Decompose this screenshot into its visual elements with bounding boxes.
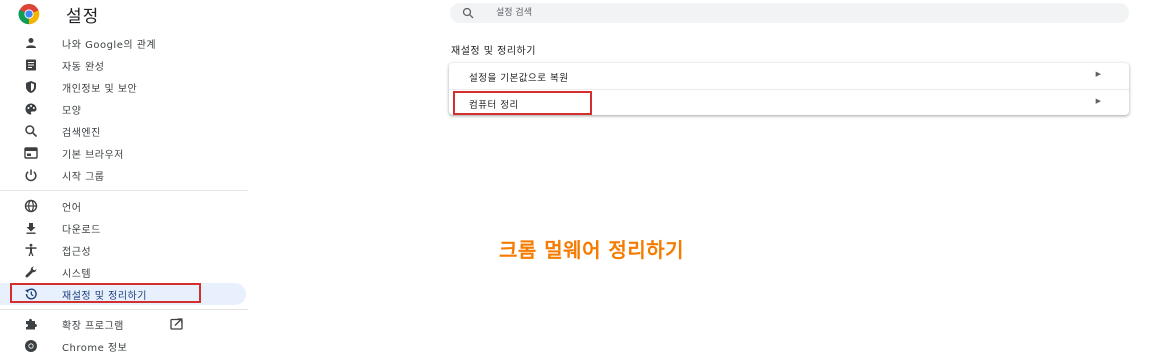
sidebar-item-label: 모양 xyxy=(62,105,82,117)
browser-icon xyxy=(24,147,38,159)
shield-icon xyxy=(26,81,36,93)
sidebar-item-system[interactable]: 시스템 xyxy=(0,261,246,283)
sidebar-item-label: 시스템 xyxy=(62,268,92,280)
restore-defaults-row[interactable]: 설정을 기본값으로 복원 ▶ xyxy=(449,63,1129,89)
sidebar-item-label: 기본 브라우저 xyxy=(62,149,124,161)
sidebar-item-autofill[interactable]: 자동 완성 xyxy=(0,54,246,76)
search-input[interactable] xyxy=(496,5,1096,21)
accessibility-icon xyxy=(25,243,37,256)
palette-icon xyxy=(25,103,37,115)
download-icon xyxy=(26,223,36,234)
sidebar-item-accessibility[interactable]: 접근성 xyxy=(0,239,246,261)
autofill-icon xyxy=(26,59,36,71)
sidebar-item-appearance[interactable]: 모양 xyxy=(0,98,246,120)
sidebar-divider xyxy=(0,190,248,191)
chrome-icon xyxy=(25,340,37,352)
sidebar-item-label: 접근성 xyxy=(62,246,92,258)
highlight-box-clean-up xyxy=(453,91,592,115)
sidebar-item-label: 나와 Google의 관계 xyxy=(62,39,157,51)
sidebar-item-label: 확장 프로그램 xyxy=(62,320,124,332)
globe-icon xyxy=(24,199,38,213)
annotation-caption: 크롬 멀웨어 정리하기 xyxy=(499,238,685,262)
arrow-right-icon: ▶ xyxy=(1095,70,1101,78)
page-title: 설정 xyxy=(66,7,100,27)
sidebar-item-label: Chrome 정보 xyxy=(62,342,128,354)
chrome-logo-icon xyxy=(18,3,40,25)
highlight-box-reset-menu xyxy=(10,283,201,303)
sidebar-item-default-browser[interactable]: 기본 브라우저 xyxy=(0,142,246,164)
external-link-icon[interactable] xyxy=(170,318,184,330)
search-icon xyxy=(462,7,474,19)
search-icon xyxy=(25,125,38,138)
sidebar-item-label: 검색엔진 xyxy=(62,127,101,139)
wrench-icon xyxy=(25,266,37,278)
section-title: 재설정 및 정리하기 xyxy=(451,46,536,57)
restore-defaults-label: 설정을 기본값으로 복원 xyxy=(469,73,569,84)
sidebar-item-you-and-google[interactable]: 나와 Google의 관계 xyxy=(0,32,246,54)
sidebar-item-privacy[interactable]: 개인정보 및 보안 xyxy=(0,76,246,98)
arrow-right-icon: ▶ xyxy=(1095,97,1101,105)
sidebar-item-languages[interactable]: 언어 xyxy=(0,195,246,217)
sidebar-divider xyxy=(0,309,248,310)
sidebar-item-downloads[interactable]: 다운로드 xyxy=(0,217,246,239)
sidebar-item-label: 언어 xyxy=(62,202,82,214)
sidebar-item-label: 시작 그룹 xyxy=(62,171,105,183)
search-bar[interactable] xyxy=(450,3,1129,23)
sidebar: 나와 Google의 관계 자동 완성 개인정보 및 보안 모양 검색엔진 기본… xyxy=(0,30,248,355)
sidebar-item-label: 자동 완성 xyxy=(62,61,105,73)
power-icon xyxy=(25,169,37,182)
puzzle-icon xyxy=(26,318,37,330)
person-icon xyxy=(26,38,36,48)
sidebar-item-label: 다운로드 xyxy=(62,224,101,236)
sidebar-item-search-engine[interactable]: 검색엔진 xyxy=(0,120,246,142)
sidebar-item-label: 개인정보 및 보안 xyxy=(62,83,138,95)
sidebar-item-on-startup[interactable]: 시작 그룹 xyxy=(0,164,246,186)
sidebar-item-extensions[interactable]: 확장 프로그램 xyxy=(0,313,246,335)
sidebar-item-about-chrome[interactable]: Chrome 정보 xyxy=(0,335,246,355)
